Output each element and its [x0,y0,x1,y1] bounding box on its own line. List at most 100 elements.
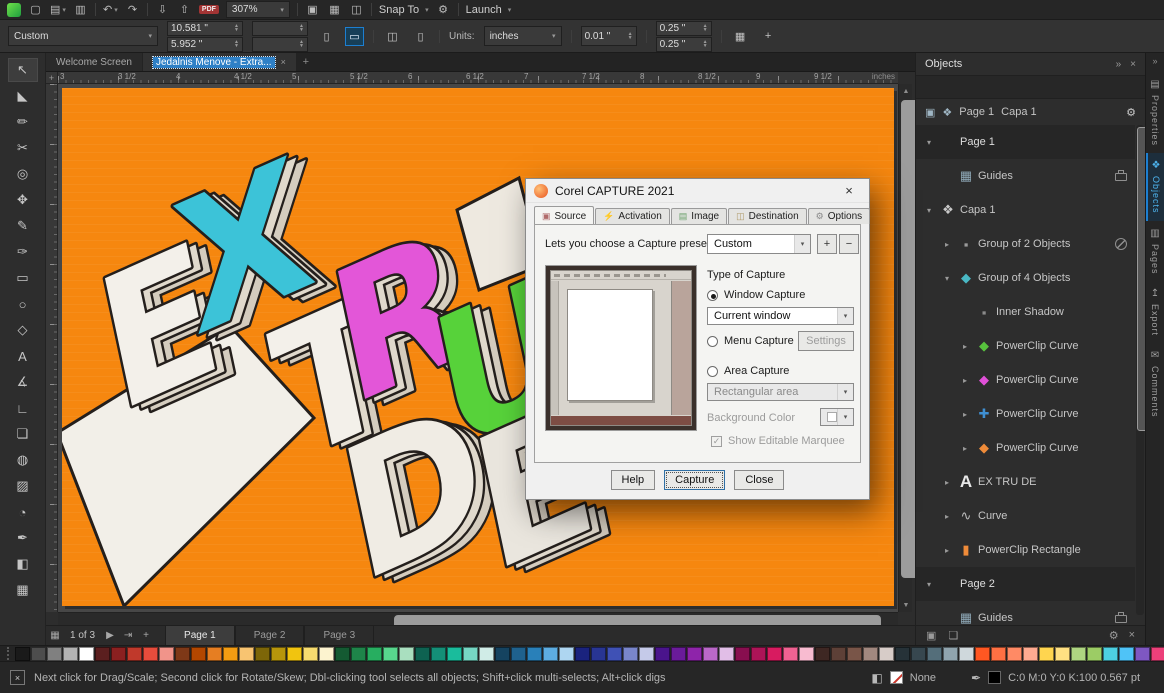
drop-shadow-tool[interactable]: ❏ [8,422,38,446]
dock-tab-properties[interactable]: ▤ Properties [1146,72,1164,153]
color-swatch[interactable] [111,647,126,661]
color-swatch[interactable] [1087,647,1102,661]
stepper-icon[interactable]: ▲▼ [234,40,239,48]
vertical-ruler[interactable] [46,84,58,612]
color-swatch[interactable] [191,647,206,661]
ellipse-tool[interactable]: ○ [8,292,38,316]
menu-capture-radio[interactable]: Menu Capture [707,335,794,347]
object-label[interactable]: EX TRU DE [978,476,1036,488]
color-swatch[interactable] [1119,647,1134,661]
color-swatch[interactable] [479,647,494,661]
tab-source[interactable]: ▣ Source [534,206,594,224]
object-label[interactable]: Page 1 [960,136,995,148]
object-row[interactable]: ▸ A EX TRU DE [916,465,1135,499]
snap-to-menu[interactable]: Snap To ▾ [379,4,429,16]
stepper-icon[interactable]: ▲▼ [703,24,708,32]
docker-close-icon[interactable]: × [1130,59,1136,70]
expand-arrow-icon[interactable]: ▸ [958,444,972,453]
add-preset-button[interactable]: + [817,234,837,254]
color-swatch[interactable] [383,647,398,661]
stepper-icon[interactable]: ▲▼ [628,32,633,40]
help-button[interactable]: Help [611,470,656,490]
dialog-close-icon[interactable]: × [837,183,861,198]
object-label[interactable]: Inner Shadow [996,306,1064,318]
undo-icon[interactable]: ↶▾ [103,2,118,18]
object-label[interactable]: Group of 2 Objects [978,238,1070,250]
view-wireframe-icon[interactable]: ▦ [327,2,342,18]
color-swatch[interactable] [991,647,1006,661]
horizontal-scrollbar[interactable] [58,612,898,625]
color-swatch[interactable] [287,647,302,661]
add-button[interactable]: + [759,27,778,46]
palette-drag-handle[interactable] [7,647,11,660]
radio-icon[interactable] [707,366,718,377]
object-row[interactable]: ▸ ∿ Curve [916,499,1135,533]
vertical-scrollbar[interactable]: ▲ ▼ [898,84,912,612]
color-swatch[interactable] [271,647,286,661]
background-color-picker[interactable]: ▾ [820,408,854,426]
nudge-field[interactable]: 0.01 " ▲▼ [581,26,637,46]
color-swatch[interactable] [159,647,174,661]
color-swatch[interactable] [527,647,542,661]
object-row[interactable]: ▦ Guides [916,159,1135,193]
outline-color-swatch[interactable] [988,671,1001,684]
object-row[interactable]: ▸ ▪ Group of 2 Objects [916,227,1135,261]
expand-arrow-icon[interactable]: ▾ [922,580,936,589]
layer-options-icon[interactable]: ⚙ [1109,629,1119,642]
color-eyedropper-tool[interactable]: ◔ [8,500,38,524]
page-height-field[interactable]: 5.952 " ▲▼ [167,37,243,52]
color-swatch[interactable] [223,647,238,661]
color-swatch[interactable] [175,647,190,661]
duplicate-y-field[interactable]: 0.25 " ▲▼ [656,37,712,52]
color-swatch[interactable] [1151,647,1164,661]
polygon-tool[interactable]: ◇ [8,318,38,342]
docker-flyout-icon[interactable]: » [1116,59,1122,70]
color-swatch[interactable] [447,647,462,661]
object-row[interactable]: ▾ ❖ Capa 1 [916,193,1135,227]
color-swatch[interactable] [655,647,670,661]
scroll-down-icon[interactable]: ▼ [899,598,913,612]
page-tab[interactable]: Page 2 [235,626,305,645]
color-swatch[interactable] [351,647,366,661]
tab-active-document[interactable]: Jedalnis Menove - Extra... × [143,53,296,71]
scroll-up-icon[interactable]: ▲ [899,84,913,98]
object-label[interactable]: Curve [978,510,1007,522]
color-swatch[interactable] [879,647,894,661]
color-swatch[interactable] [975,647,990,661]
row-status-icon[interactable] [1115,615,1127,623]
new-master-layer-button[interactable]: ❏ [948,629,958,642]
color-swatch[interactable] [863,647,878,661]
dock-tab-comments[interactable]: ✉ Comments [1146,343,1164,425]
outline-pen-tool[interactable]: ✒ [8,526,38,550]
area-type-select[interactable]: Rectangular area ▾ [707,383,854,401]
object-label[interactable]: Group of 4 Objects [978,272,1070,284]
radio-icon[interactable] [707,336,718,347]
tab-welcome-screen[interactable]: Welcome Screen [46,53,142,71]
color-swatch[interactable] [751,647,766,661]
color-swatch[interactable] [127,647,142,661]
color-swatch[interactable] [511,647,526,661]
close-button[interactable]: Close [734,470,784,490]
interactive-fill-tool[interactable]: ◧ [8,552,38,576]
window-capture-radio[interactable]: Window Capture [707,289,805,301]
color-swatch[interactable] [735,647,750,661]
color-swatch[interactable] [31,647,46,661]
color-swatch[interactable] [671,647,686,661]
zoom-tool[interactable]: ◎ [8,162,38,186]
checkbox-icon[interactable]: ✓ [711,436,722,447]
landscape-orientation-button[interactable]: ▭ [345,27,364,46]
radio-icon[interactable] [707,290,718,301]
view-enhanced-icon[interactable]: ◫ [349,2,364,18]
close-icon[interactable]: × [281,57,286,67]
color-swatch[interactable] [607,647,622,661]
page-tab[interactable]: Page 3 [304,626,374,645]
rectangle-tool[interactable]: ▭ [8,266,38,290]
color-swatch[interactable] [79,647,94,661]
object-row[interactable]: ▸ ◆ PowerClip Curve [916,431,1135,465]
launch-menu[interactable]: Launch ▾ [466,4,512,16]
stepper-icon[interactable]: ▲▼ [299,40,304,48]
color-swatch[interactable] [303,647,318,661]
object-label[interactable]: PowerClip Curve [996,374,1079,386]
object-row[interactable]: ▸ ▮ PowerClip Rectangle [916,533,1135,567]
portrait-orientation-button[interactable]: ▯ [317,27,336,46]
